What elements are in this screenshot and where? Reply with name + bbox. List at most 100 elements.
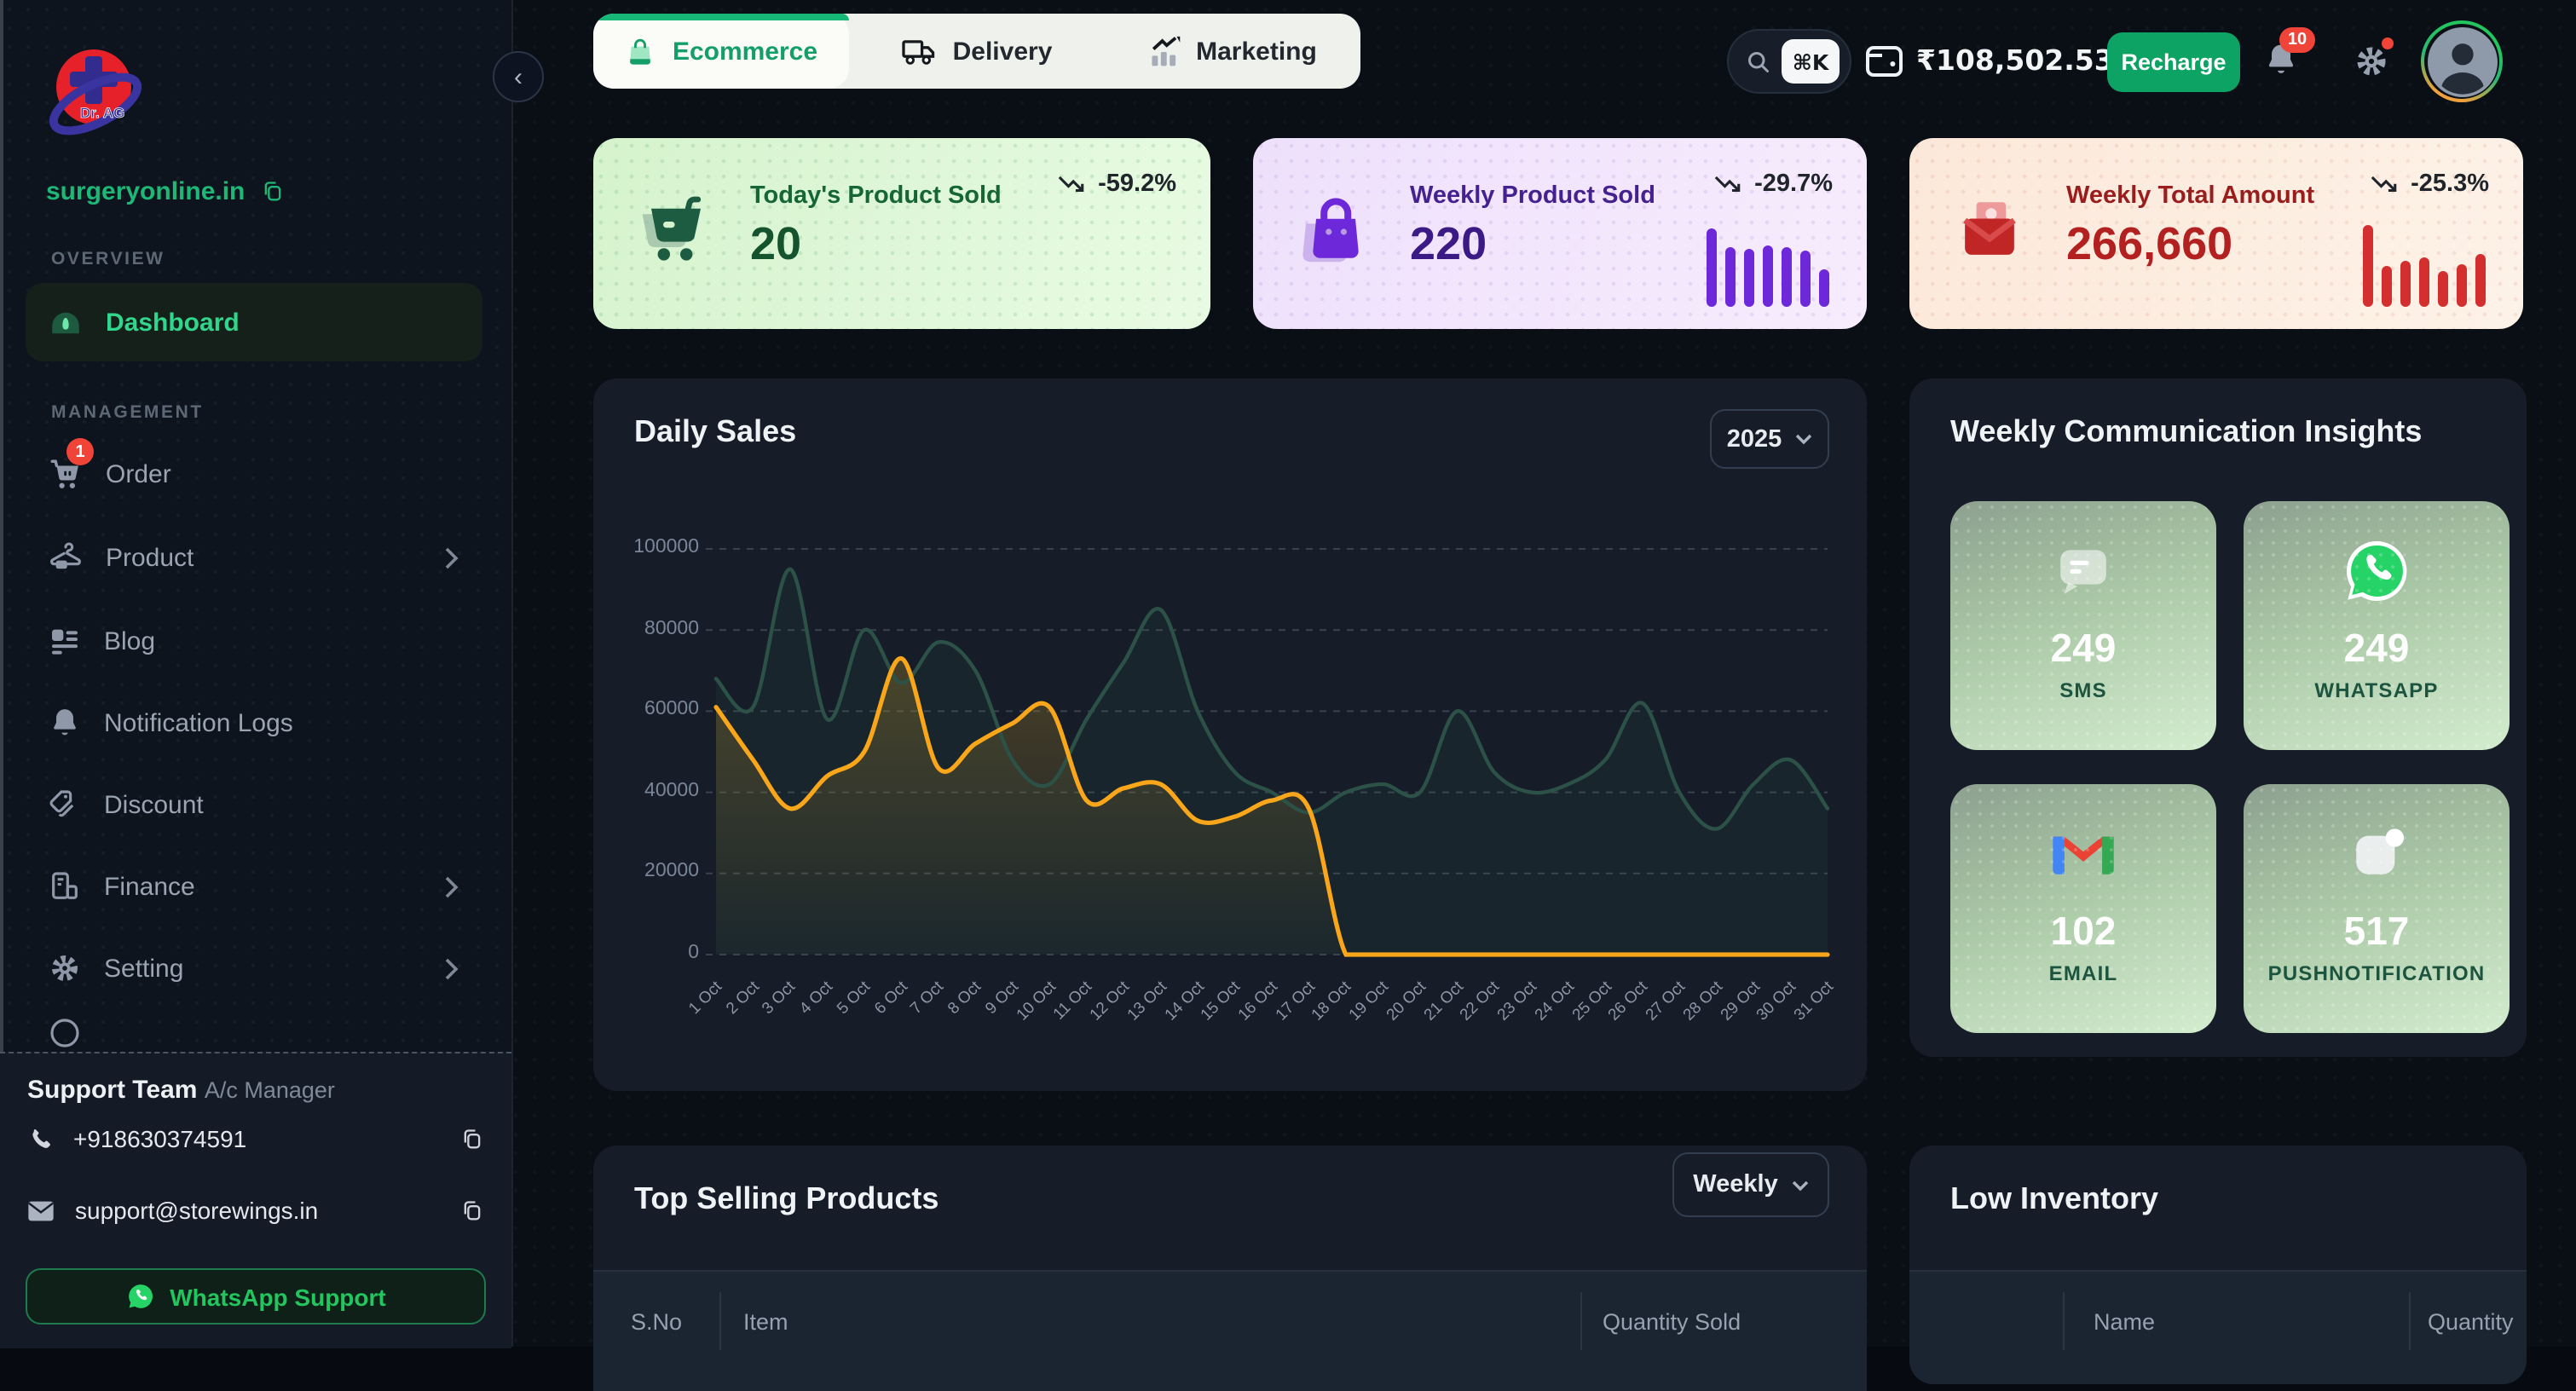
search-icon <box>1746 49 1771 74</box>
chevron-down-icon <box>1792 1179 1809 1191</box>
y-tick: 80000 <box>600 618 699 638</box>
marketing-chart-icon <box>1148 35 1181 67</box>
period-dropdown[interactable]: Weekly <box>1672 1152 1829 1217</box>
order-badge: 1 <box>66 438 94 465</box>
mini-bar <box>2400 261 2411 307</box>
blog-icon <box>48 624 82 658</box>
settings-alert-dot <box>2382 38 2394 49</box>
trending-down-icon <box>1713 169 1742 198</box>
insight-tile-sms[interactable]: 249 SMS <box>1950 501 2216 750</box>
insight-label: SMS <box>2059 678 2107 702</box>
globe-icon[interactable] <box>48 1016 82 1050</box>
mini-bar <box>2381 266 2392 307</box>
mini-bar <box>1818 270 1829 307</box>
store-domain[interactable]: surgeryonline.in <box>46 177 245 206</box>
tab-ecommerce[interactable]: Ecommerce <box>593 14 849 89</box>
stat-title: Weekly Total Amount <box>2066 182 2314 210</box>
sidebar-item-order[interactable]: 1 Order <box>26 436 482 511</box>
column-divider <box>1580 1292 1582 1350</box>
y-tick: 100000 <box>600 537 699 557</box>
support-email[interactable]: support@storewings.in <box>75 1197 318 1224</box>
gmail-icon <box>2048 825 2119 883</box>
sidebar-item-finance[interactable]: Finance <box>26 849 482 924</box>
notification-count-badge: 10 <box>2279 27 2315 53</box>
stat-change: -25.3% <box>2370 169 2489 198</box>
sidebar-item-discount[interactable]: Discount <box>26 767 482 842</box>
push-notification-icon <box>2344 822 2409 886</box>
chevron-right-icon <box>445 957 459 979</box>
copy-email-icon[interactable] <box>460 1198 484 1223</box>
sidebar-item-notification-logs[interactable]: Notification Logs <box>26 685 482 760</box>
sidebar-item-dashboard[interactable]: Dashboard <box>26 283 482 361</box>
settings-button[interactable] <box>2353 43 2390 89</box>
daily-sales-panel: Daily Sales 2025 02000040000600008000010… <box>593 378 1867 1091</box>
stat-title: Weekly Product Sold <box>1410 182 1655 210</box>
stat-card-weekly-amount: Weekly Total Amount 266,660 -25.3% <box>1909 138 2523 329</box>
stat-change-value: -29.7% <box>1754 170 1833 197</box>
support-subtitle: A/c Manager <box>205 1077 335 1103</box>
sidebar: Dr. AG surgeryonline.in OVERVIEW Dashboa… <box>0 0 513 1347</box>
whatsapp-icon <box>125 1282 154 1311</box>
cart-icon <box>631 188 719 276</box>
wallet-balance: ₹108,502.53 <box>1916 44 2114 77</box>
whatsapp-support-button[interactable]: WhatsApp Support <box>26 1268 486 1325</box>
sidebar-item-blog[interactable]: Blog <box>26 603 482 678</box>
stat-value: 266,660 <box>2066 218 2232 271</box>
sidebar-item-product[interactable]: Product <box>26 520 482 595</box>
sidebar-item-setting[interactable]: Setting <box>26 931 482 1006</box>
mini-bar <box>1724 248 1736 307</box>
mini-bar <box>1781 248 1792 307</box>
global-search[interactable]: ⌘K <box>1727 29 1851 94</box>
column-quantity: Quantity <box>2428 1309 2514 1335</box>
truck-icon <box>902 35 938 67</box>
mail-icon <box>27 1199 55 1221</box>
column-name: Name <box>2094 1309 2155 1335</box>
insight-tile-email[interactable]: 102 EMAIL <box>1950 784 2216 1033</box>
tab-label: Ecommerce <box>673 37 817 66</box>
y-tick: 40000 <box>600 781 699 801</box>
tab-delivery[interactable]: Delivery <box>849 14 1105 89</box>
svg-text:Dr. AG: Dr. AG <box>80 105 124 121</box>
recharge-button[interactable]: Recharge <box>2107 32 2240 92</box>
section-overview: OVERVIEW <box>51 249 165 269</box>
tab-marketing[interactable]: Marketing <box>1105 14 1360 89</box>
mini-bar <box>2437 271 2448 307</box>
trending-down-icon <box>2370 169 2399 198</box>
tab-label: Delivery <box>953 37 1053 66</box>
finance-icon <box>48 869 82 903</box>
search-shortcut-badge: ⌘K <box>1782 39 1840 84</box>
insight-value: 102 <box>2051 909 2117 955</box>
user-avatar[interactable] <box>2421 20 2503 102</box>
insight-tile-whatsapp[interactable]: 249 WHATSAPP <box>2244 501 2510 750</box>
mini-bar <box>1743 250 1754 307</box>
insight-value: 249 <box>2051 626 2117 672</box>
sidebar-item-label: Setting <box>104 954 183 983</box>
whatsapp-support-label: WhatsApp Support <box>170 1283 386 1310</box>
top-selling-header: S.No Item Quantity Sold <box>593 1270 1867 1391</box>
chevron-right-icon <box>445 546 459 569</box>
insight-label: PUSHNOTIFICATION <box>2268 961 2486 985</box>
sidebar-item-label: Discount <box>104 790 204 819</box>
low-inventory-panel: Low Inventory Name Quantity <box>1909 1146 2527 1384</box>
notifications-button[interactable]: 10 <box>2262 39 2300 89</box>
insight-tile-push[interactable]: 517 PUSHNOTIFICATION <box>2244 784 2510 1033</box>
insight-label: EMAIL <box>2049 961 2118 985</box>
column-sno: S.No <box>631 1309 682 1335</box>
stat-value: 220 <box>1410 218 1487 271</box>
low-inventory-title: Low Inventory <box>1950 1181 2158 1217</box>
support-phone[interactable]: +918630374591 <box>73 1125 246 1152</box>
sidebar-collapse-button[interactable]: ‹ <box>493 51 544 102</box>
gauge-icon <box>48 304 84 340</box>
sidebar-item-label: Blog <box>104 626 155 655</box>
sidebar-item-label: Finance <box>104 872 195 901</box>
whatsapp-icon <box>2342 537 2411 605</box>
wallet-icon <box>1865 43 1906 80</box>
tag-icon <box>48 788 82 822</box>
copy-domain-icon[interactable] <box>260 179 284 205</box>
copy-phone-icon[interactable] <box>460 1126 484 1151</box>
phone-icon <box>27 1126 53 1151</box>
shopping-bag-icon <box>1291 188 1379 276</box>
sidebar-item-label: Dashboard <box>106 308 240 337</box>
top-selling-panel: Top Selling Products Weekly S.No Item Qu… <box>593 1146 1867 1384</box>
section-management: MANAGEMENT <box>51 402 204 423</box>
